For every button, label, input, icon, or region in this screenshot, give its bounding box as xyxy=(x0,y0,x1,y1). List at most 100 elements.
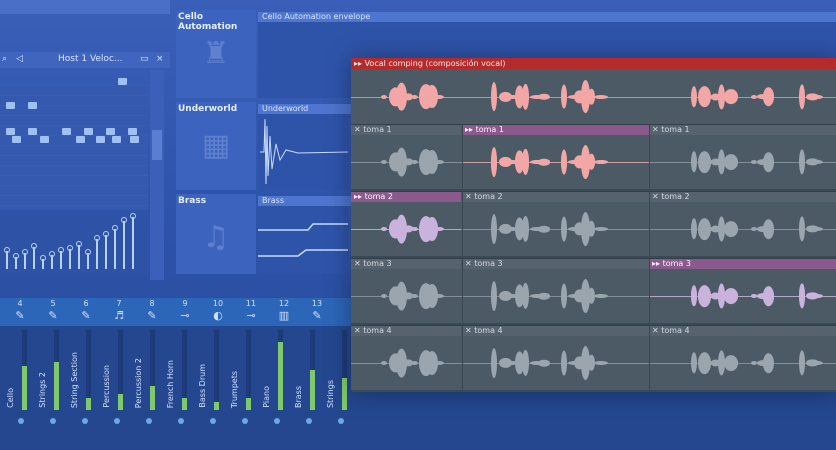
velocity-bar[interactable] xyxy=(31,243,37,269)
route-dot[interactable] xyxy=(82,418,88,424)
velocity-bar[interactable] xyxy=(103,231,109,269)
take-segment-header[interactable]: ✕ toma 4 xyxy=(462,326,649,336)
midi-note[interactable] xyxy=(12,136,21,143)
mixer-strip[interactable]: Strings xyxy=(322,330,352,410)
channel-underworld[interactable]: Underworld ▦ xyxy=(176,102,256,190)
clip-header-cello-automation[interactable]: Cello Automation envelope xyxy=(258,12,836,22)
velocity-bar[interactable] xyxy=(13,253,19,269)
mixer-insert-11[interactable]: 11 ⊸ xyxy=(235,298,267,326)
mixer-strip[interactable]: Piano xyxy=(258,330,288,410)
velocity-bar[interactable] xyxy=(94,235,100,269)
route-dot[interactable] xyxy=(274,418,280,424)
mixer-strip[interactable]: Bass Drum xyxy=(194,330,224,410)
route-dot[interactable] xyxy=(338,418,344,424)
mixer-strip[interactable]: Cello xyxy=(2,330,32,410)
take-segment-header[interactable]: ✕ toma 4 xyxy=(351,326,461,336)
velocity-bar[interactable] xyxy=(67,245,73,269)
velocity-bar[interactable] xyxy=(58,247,64,269)
pattern-icon[interactable]: ▸▸ xyxy=(652,259,663,268)
selected-take-region[interactable] xyxy=(462,135,649,189)
mute-icon[interactable]: ✕ xyxy=(652,125,661,134)
magnifier-icon[interactable]: ⌕ xyxy=(2,54,7,64)
clip-body-brass[interactable] xyxy=(258,206,348,274)
mixer-insert-7[interactable]: 7 ♬ xyxy=(103,298,135,326)
route-dot[interactable] xyxy=(50,418,56,424)
mixer-strip[interactable]: Percussion 2 xyxy=(130,330,160,410)
mute-icon[interactable]: ✕ xyxy=(652,192,661,201)
midi-note[interactable] xyxy=(76,136,85,143)
take-segment-header[interactable]: ▸▸ toma 3 xyxy=(649,259,836,269)
piano-roll-target-label[interactable]: Host 1 Veloc... xyxy=(58,54,122,64)
midi-note[interactable] xyxy=(96,136,105,143)
velocity-bar[interactable] xyxy=(130,213,136,269)
mixer-strip[interactable]: Trumpets xyxy=(226,330,256,410)
mixer-strip[interactable]: Brass xyxy=(290,330,320,410)
route-dot[interactable] xyxy=(210,418,216,424)
velocity-bar[interactable] xyxy=(49,251,55,269)
mixer-insert-6[interactable]: 6 ✎ xyxy=(70,298,102,326)
midi-note[interactable] xyxy=(28,102,37,109)
pattern-icon[interactable]: ▸▸ xyxy=(465,125,476,134)
mute-icon[interactable]: ✕ xyxy=(465,326,474,335)
speaker-icon[interactable]: ◁ xyxy=(16,54,23,64)
midi-note[interactable] xyxy=(106,128,115,135)
take-segment-header[interactable]: ✕ toma 3 xyxy=(351,259,461,269)
mixer-insert-8[interactable]: 8 ✎ xyxy=(136,298,168,326)
take-lane[interactable]: ✕ toma 4 ✕ toma 4 ✕ toma 4 xyxy=(351,325,836,390)
mute-icon[interactable]: ✕ xyxy=(652,326,661,335)
mixer-strip[interactable]: French Horn xyxy=(162,330,192,410)
take-segment-header[interactable]: ✕ toma 1 xyxy=(649,125,836,135)
midi-note[interactable] xyxy=(40,136,49,143)
midi-note[interactable] xyxy=(84,128,93,135)
scrollbar-thumb[interactable] xyxy=(152,130,162,160)
close-icon[interactable]: × xyxy=(156,54,164,64)
mute-icon[interactable]: ✕ xyxy=(354,125,363,134)
route-dot[interactable] xyxy=(242,418,248,424)
midi-note[interactable] xyxy=(128,128,137,135)
velocity-bar[interactable] xyxy=(112,225,118,269)
take-segment-header[interactable]: ✕ toma 2 xyxy=(462,192,649,202)
velocity-bar[interactable] xyxy=(121,217,127,269)
piano-roll-scrollbar[interactable] xyxy=(150,70,164,280)
channel-brass[interactable]: Brass ♫ xyxy=(176,194,256,274)
midi-note[interactable] xyxy=(6,128,15,135)
velocity-lane[interactable] xyxy=(0,213,148,275)
clip-body-underworld[interactable] xyxy=(258,114,349,190)
midi-note[interactable] xyxy=(28,128,37,135)
midi-note[interactable] xyxy=(112,136,121,143)
velocity-bar[interactable] xyxy=(4,247,10,269)
velocity-bar[interactable] xyxy=(40,255,46,269)
mute-icon[interactable]: ✕ xyxy=(354,259,363,268)
velocity-bar[interactable] xyxy=(85,249,91,269)
mixer-insert-10[interactable]: 10 ◐ xyxy=(202,298,234,326)
midi-note[interactable] xyxy=(130,136,139,143)
take-segment-header[interactable]: ✕ toma 2 xyxy=(649,192,836,202)
playlist-comping-window[interactable]: ▸▸ Vocal comping (composición vocal) ✕ t… xyxy=(351,58,836,392)
clip-header-brass[interactable]: Brass xyxy=(258,196,352,206)
take-lane[interactable]: ▸▸ toma 2 ✕ toma 2 ✕ toma 2 xyxy=(351,191,836,256)
mixer-insert-12[interactable]: 12 ▥ xyxy=(268,298,300,326)
selected-take-region[interactable] xyxy=(351,202,461,256)
mixer-insert-4[interactable]: 4 ✎ xyxy=(4,298,36,326)
velocity-bar[interactable] xyxy=(22,249,28,269)
selected-take-region[interactable] xyxy=(649,269,836,323)
midi-note[interactable] xyxy=(118,78,127,85)
comp-result-lane[interactable] xyxy=(351,69,836,124)
piano-roll-grid[interactable] xyxy=(0,78,148,210)
take-segment-header[interactable]: ▸▸ toma 2 xyxy=(351,192,461,202)
take-segment-header[interactable]: ✕ toma 1 xyxy=(351,125,461,135)
take-lane[interactable]: ✕ toma 1 ▸▸ toma 1 ✕ toma 1 xyxy=(351,124,836,189)
take-segment-header[interactable]: ✕ toma 4 xyxy=(649,326,836,336)
route-dot[interactable] xyxy=(306,418,312,424)
take-segment-header[interactable]: ▸▸ toma 1 xyxy=(462,125,649,135)
route-dot[interactable] xyxy=(146,418,152,424)
take-segment-header[interactable]: ✕ toma 3 xyxy=(462,259,649,269)
route-dot[interactable] xyxy=(114,418,120,424)
pattern-icon[interactable]: ▸▸ xyxy=(354,192,365,201)
mute-icon[interactable]: ✕ xyxy=(354,326,363,335)
route-dot[interactable] xyxy=(178,418,184,424)
route-dot[interactable] xyxy=(18,418,24,424)
comping-title-bar[interactable]: ▸▸ Vocal comping (composición vocal) xyxy=(351,58,836,69)
midi-note[interactable] xyxy=(62,128,71,135)
mute-icon[interactable]: ✕ xyxy=(465,192,474,201)
